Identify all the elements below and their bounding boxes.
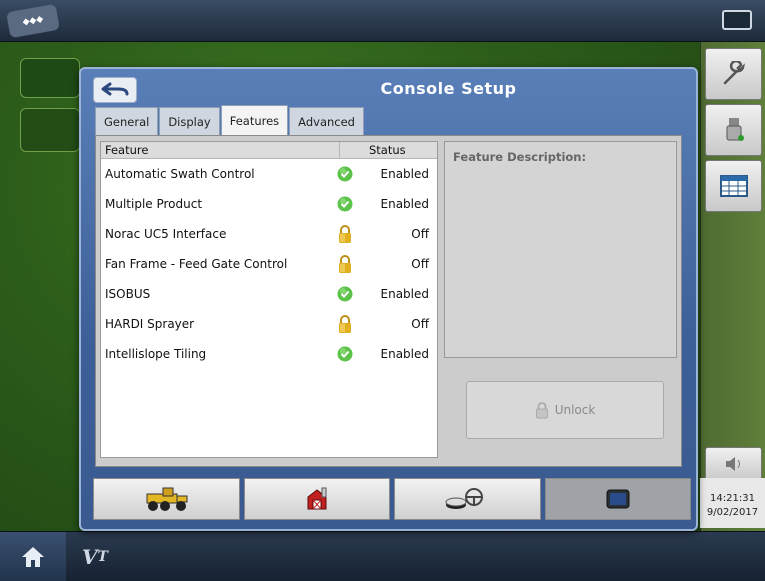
feature-status: Off (411, 227, 429, 241)
check-icon (337, 286, 353, 302)
farm-tab[interactable] (243, 478, 390, 520)
features-content: Feature Status Automatic Swath Control E… (95, 135, 682, 467)
feature-name: Fan Frame - Feed Gate Control (105, 257, 288, 271)
clock-time: 14:21:31 (710, 493, 755, 504)
bottom-category-tabs (93, 478, 691, 520)
steering-wheel-icon (445, 488, 484, 509)
top-bar (0, 0, 765, 42)
background-panel (20, 108, 80, 152)
check-icon (337, 166, 353, 182)
feature-row[interactable]: ISOBUS Enabled (101, 279, 437, 309)
tab-advanced[interactable]: Advanced (289, 107, 364, 135)
check-icon (337, 346, 353, 362)
feature-row[interactable]: HARDI Sprayer Off (101, 309, 437, 339)
feature-name: ISOBUS (105, 287, 151, 301)
feature-status: Enabled (380, 197, 430, 211)
tractor-icon (146, 487, 188, 511)
feature-row[interactable]: Multiple Product Enabled (101, 189, 437, 219)
feature-description-panel: Feature Description: (444, 141, 677, 358)
column-divider (339, 142, 340, 159)
dialog-title-bar: Console Setup (81, 69, 696, 107)
wrench-icon[interactable] (705, 48, 762, 100)
tab-general[interactable]: General (95, 107, 159, 135)
vehicle-tab[interactable] (93, 478, 240, 520)
unlock-button[interactable]: Unlock (466, 381, 664, 439)
monitor-icon (606, 489, 630, 509)
table-icon[interactable] (705, 160, 762, 212)
clock-date: 9/02/2017 (706, 507, 759, 518)
check-icon (337, 196, 353, 212)
dialog-title: Console Setup (380, 79, 517, 98)
feature-row[interactable]: Fan Frame - Feed Gate Control Off (101, 249, 437, 279)
feature-status: Off (411, 317, 429, 331)
status-clock: 14:21:31 9/02/2017 (700, 478, 765, 528)
display-icon[interactable] (722, 10, 752, 30)
display-tab[interactable] (544, 478, 691, 520)
feature-name: Multiple Product (105, 197, 203, 211)
audio-icon[interactable] (705, 447, 762, 481)
home-button[interactable] (0, 532, 66, 581)
feature-row[interactable]: Automatic Swath Control Enabled (101, 159, 437, 189)
feature-row[interactable]: Intellislope Tiling Enabled (101, 339, 437, 369)
lock-icon (337, 225, 353, 243)
feature-row[interactable]: Norac UC5 Interface Off (101, 219, 437, 249)
virtual-terminal-button[interactable]: VT (68, 532, 122, 581)
feature-status: Off (411, 257, 429, 271)
feature-status: Enabled (380, 347, 430, 361)
feature-status: Enabled (380, 167, 430, 181)
right-sidebar (700, 42, 765, 531)
feature-name: Norac UC5 Interface (105, 227, 227, 241)
feature-status: Enabled (380, 287, 430, 301)
tab-bar: General Display Features Advanced (95, 105, 365, 135)
feature-name: Automatic Swath Control (105, 167, 255, 181)
usb-drive-icon[interactable] (705, 104, 762, 156)
lock-icon (337, 255, 353, 273)
feature-name: Intellislope Tiling (105, 347, 207, 361)
barn-icon (307, 487, 327, 510)
feature-list-header: Feature Status (101, 142, 437, 159)
column-header-status: Status (369, 143, 406, 157)
guidance-tab[interactable] (394, 478, 541, 520)
column-header-feature: Feature (105, 143, 149, 157)
feature-list: Feature Status Automatic Swath Control E… (100, 141, 438, 458)
unlock-label: Unlock (554, 403, 596, 417)
home-icon (22, 546, 44, 567)
feature-name: HARDI Sprayer (105, 317, 195, 331)
lock-icon (535, 402, 548, 419)
background-status-pill (20, 58, 80, 98)
tab-features[interactable]: Features (220, 105, 289, 135)
feature-description-label: Feature Description: (453, 150, 587, 164)
console-setup-dialog: Console Setup General Display Features A… (79, 67, 698, 531)
lock-icon (337, 315, 353, 333)
tab-display[interactable]: Display (159, 107, 220, 135)
